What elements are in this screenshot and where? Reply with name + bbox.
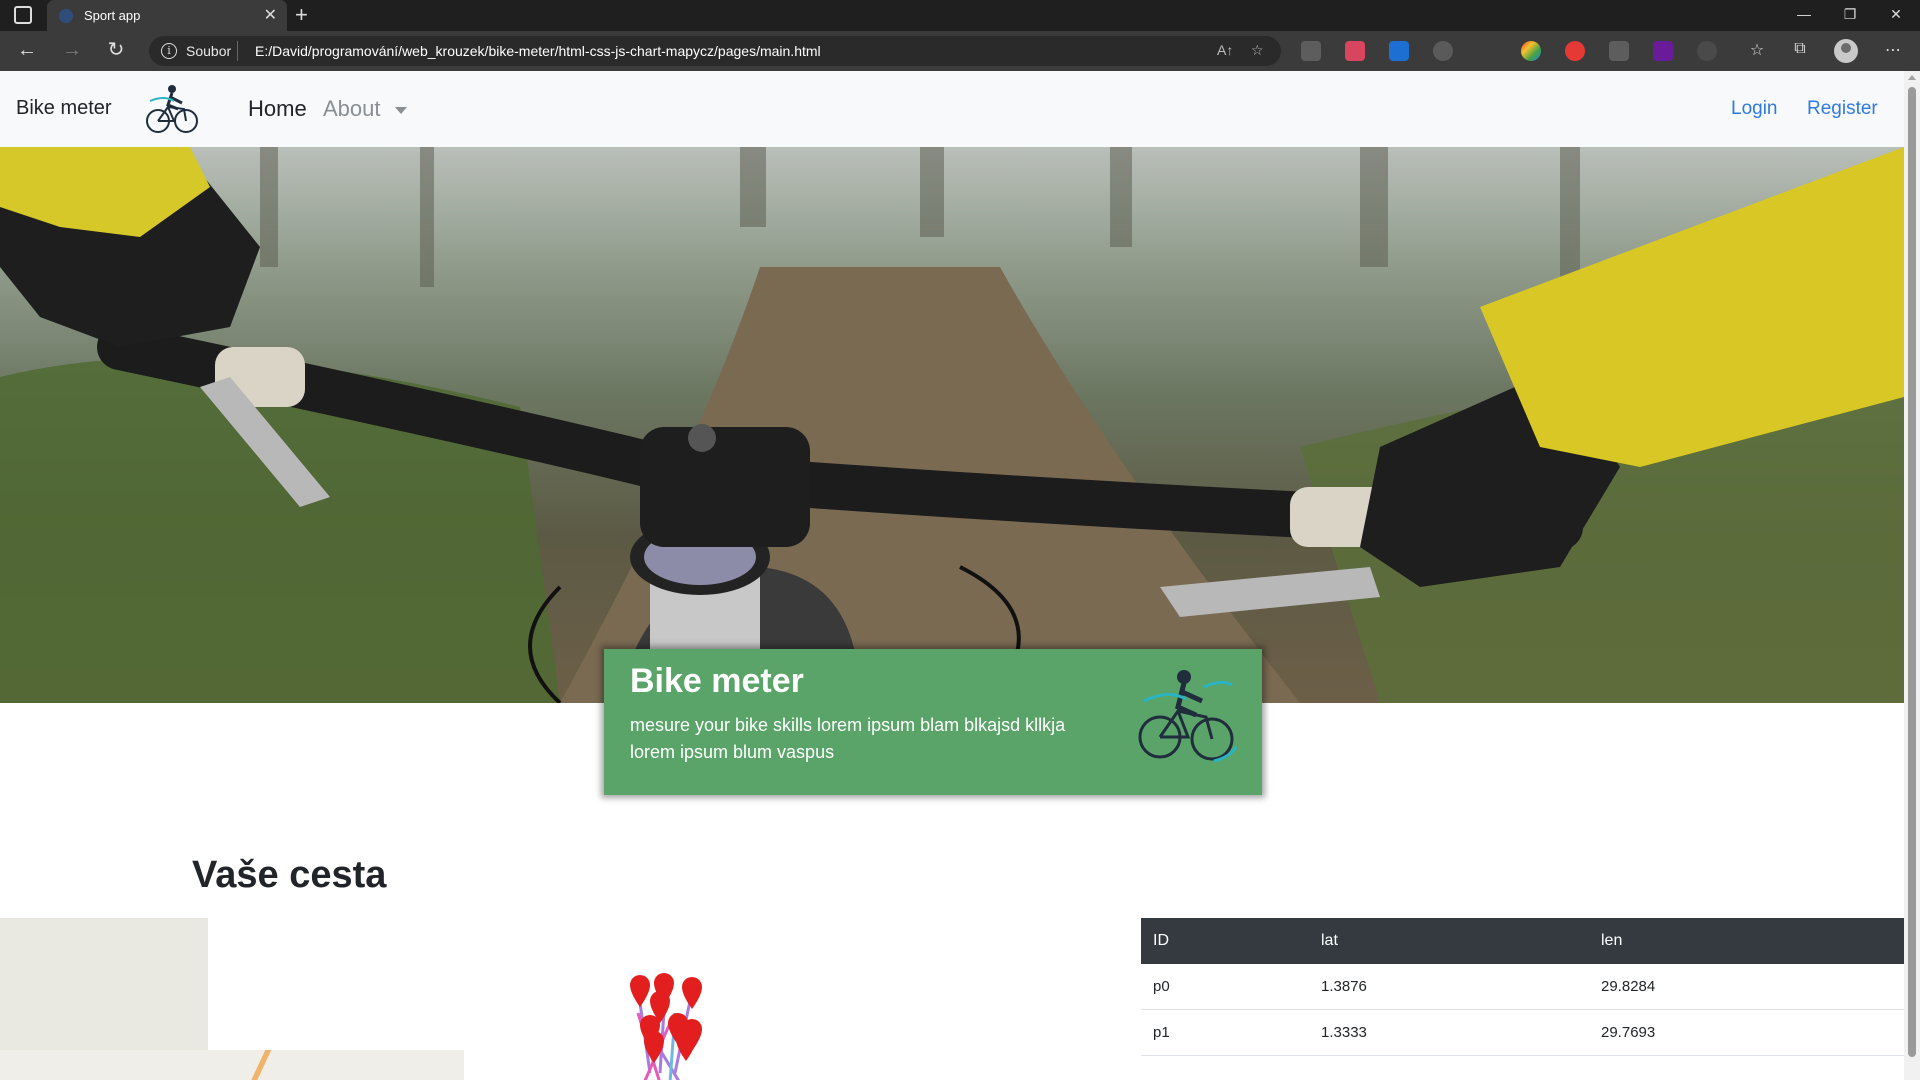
nav-about[interactable]: About [323, 96, 381, 122]
site-navbar: Bike meter Home About Login Register [0, 71, 1904, 147]
cell-len: 29.7693 [1601, 1024, 1656, 1041]
browser-tab[interactable]: Sport app ✕ [47, 0, 287, 31]
column-header-len: len [1601, 932, 1623, 949]
map-pin-icon [630, 975, 650, 1007]
cell-len: 29.8284 [1601, 978, 1656, 995]
extension-gear-icon[interactable] [1301, 41, 1321, 61]
table-row: p0 1.3876 29.8284 [1141, 964, 1904, 1010]
card-title: Bike meter [630, 662, 804, 700]
cell-id: p0 [1153, 978, 1170, 995]
extension-pdf-icon[interactable] [1345, 41, 1365, 61]
map-tile [0, 918, 208, 1050]
scroll-thumb[interactable] [1908, 87, 1916, 1057]
restore-icon[interactable]: ❐ [1830, 6, 1870, 23]
extension-red-icon[interactable] [1565, 41, 1585, 61]
column-header-id: ID [1153, 932, 1169, 949]
hero-card: Bike meter mesure your bike skills lorem… [604, 649, 1262, 795]
chevron-down-icon[interactable] [395, 107, 407, 114]
extension-color-icon[interactable] [1521, 41, 1541, 61]
collections-icon[interactable]: ⧉ [1789, 40, 1811, 58]
table-row: p1 1.3333 29.7693 [1141, 1010, 1904, 1056]
page-viewport: Bike meter Home About Login Register Bik… [0, 71, 1904, 1080]
card-text: mesure your bike skills lorem ipsum blam… [630, 715, 1066, 762]
map-pin-icon [682, 977, 702, 1009]
favicon-icon [59, 9, 73, 23]
extension-a-icon[interactable] [1697, 41, 1717, 61]
browser-titlebar: Sport app ✕ + — ❐ ✕ [0, 0, 1920, 31]
brand-link[interactable]: Bike meter [16, 97, 112, 120]
tab-actions-icon[interactable] [14, 6, 32, 24]
extension-github-icon[interactable] [1433, 41, 1453, 61]
route-map[interactable]: − + ▲ ▼ ◀ ▶ [0, 918, 1040, 1080]
scroll-up-icon[interactable] [1908, 75, 1916, 80]
new-tab-icon[interactable]: + [295, 2, 308, 28]
tab-title: Sport app [84, 8, 141, 23]
browser-toolbar: ← → ↻ i Soubor E:/David/programování/web… [0, 31, 1920, 71]
info-icon[interactable]: i [161, 43, 177, 59]
cell-id: p1 [1153, 1024, 1170, 1041]
reload-icon[interactable]: ↻ [102, 39, 130, 61]
url-separator [237, 41, 238, 61]
url-text[interactable]: E:/David/programování/web_krouzek/bike-m… [255, 43, 821, 59]
column-header-lat: lat [1321, 932, 1338, 949]
site-chip[interactable]: Soubor [186, 43, 231, 59]
login-link[interactable]: Login [1731, 98, 1778, 120]
forward-icon[interactable]: → [58, 39, 86, 61]
map-tile [0, 1050, 464, 1080]
hero-bike-illustration [0, 147, 1904, 703]
table-header: ID lat len [1141, 918, 1904, 964]
cyclist-logo-icon [1138, 670, 1238, 763]
route-markers [630, 973, 702, 1080]
cell-lat: 1.3333 [1321, 1024, 1367, 1041]
register-link[interactable]: Register [1807, 98, 1878, 120]
address-bar[interactable]: i Soubor E:/David/programování/web_krouz… [149, 36, 1281, 66]
extension-settings-icon[interactable] [1609, 41, 1629, 61]
coordinates-table: ID lat len p0 1.3876 29.8284 p1 1.3333 2… [1141, 918, 1904, 1056]
more-menu-icon[interactable]: ⋯ [1882, 40, 1904, 60]
minimize-icon[interactable]: — [1784, 6, 1824, 22]
favorites-icon[interactable]: ☆ [1746, 40, 1768, 60]
extension-m-icon[interactable] [1389, 41, 1409, 61]
hero-image [0, 147, 1904, 703]
section-title: Vaše cesta [192, 854, 387, 896]
close-tab-icon[interactable]: ✕ [264, 5, 277, 25]
cell-lat: 1.3876 [1321, 978, 1367, 995]
nav-home[interactable]: Home [248, 96, 307, 122]
add-favorite-icon[interactable]: ☆ [1251, 42, 1264, 59]
page-scrollbar[interactable] [1904, 71, 1920, 1080]
close-window-icon[interactable]: ✕ [1876, 6, 1916, 23]
back-icon[interactable]: ← [13, 39, 41, 61]
cyclist-logo-icon [146, 85, 198, 133]
profile-avatar[interactable] [1834, 39, 1858, 63]
read-aloud-icon[interactable]: A↑ [1217, 42, 1233, 58]
extension-onenote-icon[interactable] [1653, 41, 1673, 61]
